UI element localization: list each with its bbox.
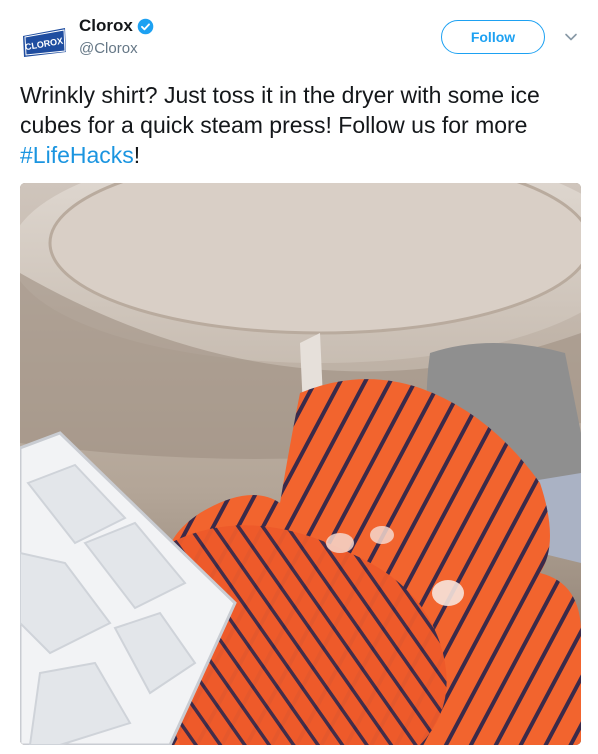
ice-cube <box>432 580 464 606</box>
ice-cube <box>326 533 354 553</box>
dryer-photo <box>20 183 581 745</box>
display-name[interactable]: Clorox <box>79 16 133 36</box>
user-handle[interactable]: @Clorox <box>79 40 138 57</box>
tweet-photo[interactable] <box>20 183 581 745</box>
tweet-header: CLOROX Clorox @Clorox Follow <box>0 0 598 70</box>
ice-cube <box>370 526 394 544</box>
tweet-text-body: Wrinkly shirt? Just toss it in the dryer… <box>20 82 540 138</box>
clorox-logo: CLOROX <box>23 28 66 57</box>
tweet-text-end: ! <box>133 142 141 168</box>
chevron-down-icon[interactable] <box>564 30 578 44</box>
avatar[interactable]: CLOROX <box>20 22 68 62</box>
verified-badge-icon <box>137 18 154 34</box>
hashtag-link[interactable]: #LifeHacks <box>20 142 134 168</box>
name-row: Clorox <box>79 16 154 36</box>
tweet-text: Wrinkly shirt? Just toss it in the dryer… <box>20 80 580 170</box>
follow-button[interactable]: Follow <box>441 20 545 54</box>
